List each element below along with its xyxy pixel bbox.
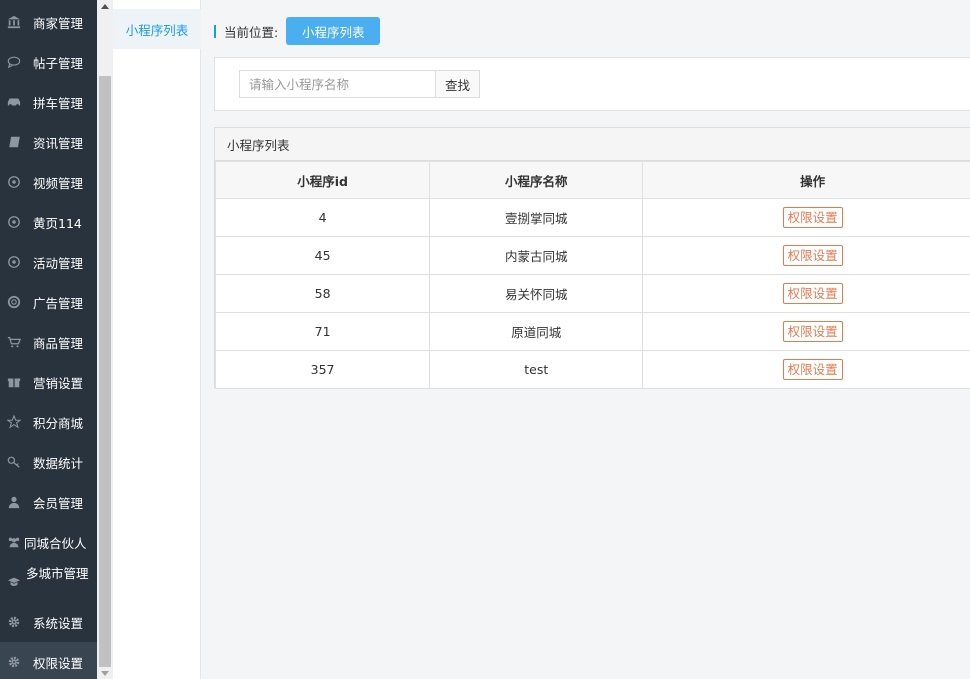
compass-icon <box>6 174 22 190</box>
cell-name: 内蒙古同城 <box>429 236 644 275</box>
key-icon <box>6 454 22 470</box>
sidebar-item-label: 权限设置 <box>33 655 84 671</box>
permission-settings-button[interactable]: 权限设置 <box>782 245 843 266</box>
sidebar-item-marketing[interactable]: 营销设置 <box>0 362 97 402</box>
sub-navigation: 小程序列表 <box>113 0 201 679</box>
sidebar-item-system-settings[interactable]: 系统设置 <box>0 602 97 642</box>
sidebar-item-news[interactable]: 资讯管理 <box>0 122 97 162</box>
cell-action: 权限设置 <box>642 312 970 351</box>
sidebar-item-label: 广告管理 <box>33 295 84 311</box>
compass-icon <box>6 214 22 230</box>
column-header-id: 小程序id <box>214 161 431 199</box>
star-icon <box>6 414 22 430</box>
sidebar-item-goods[interactable]: 商品管理 <box>0 322 97 362</box>
table-header-row: 小程序id 小程序名称 操作 <box>214 161 970 199</box>
sidebar-item-label: 资讯管理 <box>33 135 84 151</box>
cell-name: 壹捌掌同城 <box>429 198 644 237</box>
sidebar-item-permissions[interactable]: 权限设置 <box>0 642 97 679</box>
sidebar-item-label: 黄页114 <box>33 215 82 231</box>
sidebar-item-label: 营销设置 <box>33 375 84 391</box>
sidebar-item-label: 系统设置 <box>33 615 84 631</box>
sidebar-item-members[interactable]: 会员管理 <box>0 482 97 522</box>
cell-id: 58 <box>214 274 431 313</box>
table-row: 58 易关怀同城 权限设置 <box>214 274 970 313</box>
cell-id: 71 <box>214 312 431 351</box>
permission-settings-button[interactable]: 权限设置 <box>782 321 843 342</box>
sidebar-item-yellowpages[interactable]: 黄页114 <box>0 202 97 242</box>
table-row: 71 原道同城 权限设置 <box>214 312 970 351</box>
miniprogram-table: 小程序id 小程序名称 操作 4 壹捌掌同城 权限设置 45 内蒙古同城 权限设… <box>214 161 970 389</box>
scroll-down-arrow-icon[interactable] <box>97 667 113 679</box>
sidebar-item-label: 会员管理 <box>33 495 84 511</box>
table-row: 357 test 权限设置 <box>214 350 970 389</box>
permission-settings-button[interactable]: 权限设置 <box>782 207 843 228</box>
cell-id: 4 <box>214 198 431 237</box>
column-header-action: 操作 <box>642 161 970 199</box>
cell-id: 357 <box>214 350 431 389</box>
cart-icon <box>6 334 22 350</box>
user-icon <box>6 494 22 510</box>
compass-icon <box>6 254 22 270</box>
sidebar-item-label: 视频管理 <box>33 175 84 191</box>
cell-action: 权限设置 <box>642 350 970 389</box>
cell-name: 原道同城 <box>429 312 644 351</box>
sidebar-item-points-mall[interactable]: 积分商城 <box>0 402 97 442</box>
sidebar-item-video[interactable]: 视频管理 <box>0 162 97 202</box>
subnav-item-miniprogram-list[interactable]: 小程序列表 <box>113 9 201 49</box>
book-icon <box>6 134 22 150</box>
sidebar-item-label: 帖子管理 <box>33 55 84 71</box>
search-panel: 查找 <box>214 57 970 111</box>
sidebar-item-ads[interactable]: 广告管理 <box>0 282 97 322</box>
table-row: 4 壹捌掌同城 权限设置 <box>214 198 970 237</box>
scroll-up-arrow-icon[interactable] <box>97 0 113 12</box>
gear-icon <box>6 614 22 630</box>
cell-action: 权限设置 <box>642 236 970 275</box>
table-row: 45 内蒙古同城 权限设置 <box>214 236 970 275</box>
permission-settings-button[interactable]: 权限设置 <box>782 359 843 380</box>
sidebar-item-label: 拼车管理 <box>33 95 84 111</box>
permission-settings-button[interactable]: 权限设置 <box>782 283 843 304</box>
users-icon <box>6 534 22 550</box>
sidebar-item-partners[interactable]: 同城合伙人 <box>0 522 97 562</box>
miniprogram-list-panel: 小程序列表 小程序id 小程序名称 操作 4 壹捌掌同城 权限设置 45 内蒙古… <box>214 127 970 389</box>
bank-icon <box>6 14 22 30</box>
breadcrumb: 当前位置: 小程序列表 <box>214 17 381 45</box>
sidebar-item-statistics[interactable]: 数据统计 <box>0 442 97 482</box>
column-header-name: 小程序名称 <box>429 161 644 199</box>
cell-action: 权限设置 <box>642 198 970 237</box>
sidebar-item-carpool[interactable]: 拼车管理 <box>0 82 97 122</box>
cell-id: 45 <box>214 236 431 275</box>
sidebar-item-label: 商品管理 <box>33 335 84 351</box>
scroll-thumb[interactable] <box>99 76 111 667</box>
cell-action: 权限设置 <box>642 274 970 313</box>
sidebar-item-label: 同城合伙人 <box>24 535 87 551</box>
breadcrumb-label: 当前位置: <box>224 24 279 40</box>
list-title: 小程序列表 <box>215 128 970 161</box>
comment-icon <box>6 54 22 70</box>
sidebar-item-posts[interactable]: 帖子管理 <box>0 42 97 82</box>
breadcrumb-current-button[interactable]: 小程序列表 <box>286 17 381 45</box>
sidebar-item-label: 积分商城 <box>33 415 84 431</box>
main-content: 当前位置: 小程序列表 查找 小程序列表 小程序id 小程序名称 操作 4 壹捌… <box>202 0 970 679</box>
sidebar-item-label: 商家管理 <box>33 15 84 31</box>
life-ring-icon <box>6 294 22 310</box>
breadcrumb-marker <box>214 24 216 38</box>
sidebar-item-label: 多城市管理 <box>26 566 89 581</box>
gift-icon <box>6 374 22 390</box>
sidebar-item-multicity[interactable]: 多城市管理 <box>0 562 97 602</box>
cell-name: 易关怀同城 <box>429 274 644 313</box>
sidebar-item-merchant[interactable]: 商家管理 <box>0 2 97 42</box>
search-button[interactable]: 查找 <box>435 70 480 98</box>
cell-name: test <box>429 350 644 389</box>
car-icon <box>6 94 22 110</box>
sidebar-item-activity[interactable]: 活动管理 <box>0 242 97 282</box>
search-input[interactable] <box>239 70 435 98</box>
sidebar-item-label: 数据统计 <box>33 455 84 471</box>
sidebar-item-label: 活动管理 <box>33 255 84 271</box>
sidebar-scrollbar[interactable] <box>97 0 113 679</box>
sidebar: 商家管理 帖子管理 拼车管理 资讯管理 视频管理 黄页114 活动管理 广告管理… <box>0 0 97 679</box>
gear-icon <box>6 654 22 670</box>
